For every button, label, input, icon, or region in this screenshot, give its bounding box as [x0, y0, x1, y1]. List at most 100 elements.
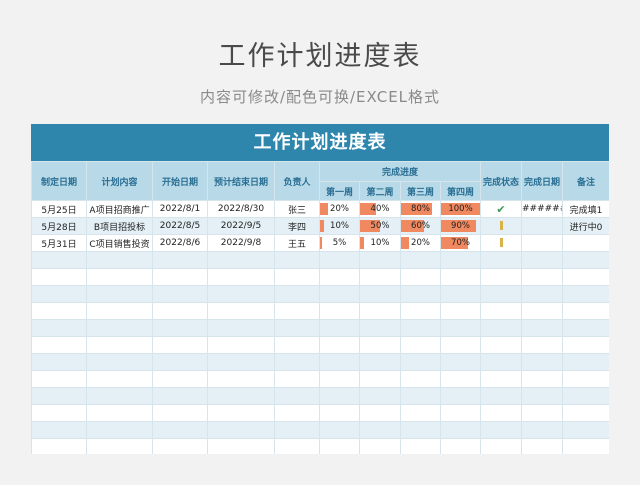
empty-cell[interactable] — [562, 251, 609, 269]
empty-cell[interactable] — [521, 421, 564, 439]
empty-cell[interactable] — [521, 353, 564, 371]
cell-week2[interactable]: 40% — [359, 200, 401, 218]
cell-content[interactable]: B项目招投标 — [86, 217, 153, 235]
empty-cell[interactable] — [207, 285, 275, 303]
empty-cell[interactable] — [152, 302, 208, 320]
cell-content[interactable]: C项目销售投资 — [86, 234, 153, 252]
empty-cell[interactable] — [439, 404, 482, 422]
cell-week4[interactable]: 100% — [439, 200, 482, 218]
cell-date-set[interactable]: 5月28日 — [31, 217, 87, 235]
empty-cell[interactable] — [521, 285, 564, 303]
empty-cell[interactable] — [152, 268, 208, 286]
header-date-set[interactable]: 制定日期 — [31, 161, 87, 201]
empty-cell[interactable] — [400, 319, 441, 337]
empty-cell[interactable] — [521, 404, 564, 422]
empty-cell[interactable] — [207, 353, 275, 371]
empty-cell[interactable] — [274, 302, 320, 320]
empty-cell[interactable] — [319, 421, 360, 439]
empty-cell[interactable] — [562, 438, 609, 454]
empty-cell[interactable] — [359, 302, 401, 320]
empty-cell[interactable] — [31, 268, 87, 286]
header-progress[interactable]: 完成进度 — [318, 161, 482, 182]
header-week1[interactable]: 第一周 — [319, 181, 360, 201]
empty-cell[interactable] — [207, 438, 275, 454]
empty-cell[interactable] — [439, 353, 482, 371]
empty-cell[interactable] — [319, 387, 360, 405]
cell-done-date[interactable]: ####### — [521, 200, 564, 218]
empty-cell[interactable] — [274, 404, 320, 422]
empty-cell[interactable] — [359, 421, 401, 439]
cell-week3[interactable]: 60% — [400, 217, 441, 235]
empty-cell[interactable] — [86, 438, 153, 454]
cell-planned-end[interactable]: 2022/9/8 — [207, 234, 275, 252]
empty-cell[interactable] — [400, 353, 441, 371]
empty-cell[interactable] — [480, 336, 523, 354]
empty-cell[interactable] — [480, 285, 523, 303]
empty-cell[interactable] — [152, 336, 208, 354]
empty-cell[interactable] — [439, 268, 482, 286]
cell-owner[interactable]: 李四 — [274, 217, 320, 235]
cell-week3[interactable]: 80% — [400, 200, 441, 218]
empty-cell[interactable] — [480, 387, 523, 405]
cell-week1[interactable]: 10% — [319, 217, 360, 235]
empty-cell[interactable] — [319, 404, 360, 422]
header-week2[interactable]: 第二周 — [359, 181, 401, 201]
empty-cell[interactable] — [31, 251, 87, 269]
empty-cell[interactable] — [31, 353, 87, 371]
cell-date-set[interactable]: 5月25日 — [31, 200, 87, 218]
empty-cell[interactable] — [274, 421, 320, 439]
empty-cell[interactable] — [480, 319, 523, 337]
empty-cell[interactable] — [274, 353, 320, 371]
empty-cell[interactable] — [439, 336, 482, 354]
cell-week1[interactable]: 20% — [319, 200, 360, 218]
empty-cell[interactable] — [86, 336, 153, 354]
empty-cell[interactable] — [400, 387, 441, 405]
empty-cell[interactable] — [274, 319, 320, 337]
empty-cell[interactable] — [439, 285, 482, 303]
cell-date-set[interactable]: 5月31日 — [31, 234, 87, 252]
empty-cell[interactable] — [400, 302, 441, 320]
empty-cell[interactable] — [480, 370, 523, 388]
empty-cell[interactable] — [152, 387, 208, 405]
empty-cell[interactable] — [480, 421, 523, 439]
header-start[interactable]: 开始日期 — [152, 161, 208, 201]
cell-status[interactable]: ✔ — [480, 200, 523, 218]
empty-cell[interactable] — [31, 319, 87, 337]
cell-done-date[interactable] — [521, 234, 564, 252]
empty-cell[interactable] — [86, 387, 153, 405]
empty-cell[interactable] — [480, 251, 523, 269]
empty-cell[interactable] — [319, 353, 360, 371]
empty-cell[interactable] — [274, 268, 320, 286]
empty-cell[interactable] — [274, 438, 320, 454]
header-week3[interactable]: 第三周 — [400, 181, 441, 201]
header-owner[interactable]: 负责人 — [274, 161, 320, 201]
cell-content[interactable]: A项目招商推广 — [86, 200, 153, 218]
empty-cell[interactable] — [480, 438, 523, 454]
empty-cell[interactable] — [521, 336, 564, 354]
empty-cell[interactable] — [521, 370, 564, 388]
empty-cell[interactable] — [359, 387, 401, 405]
empty-cell[interactable] — [207, 370, 275, 388]
empty-cell[interactable] — [439, 438, 482, 454]
empty-cell[interactable] — [319, 285, 360, 303]
empty-cell[interactable] — [521, 438, 564, 454]
empty-cell[interactable] — [400, 336, 441, 354]
empty-cell[interactable] — [319, 370, 360, 388]
empty-cell[interactable] — [152, 421, 208, 439]
empty-cell[interactable] — [562, 370, 609, 388]
cell-planned-end[interactable]: 2022/9/5 — [207, 217, 275, 235]
empty-cell[interactable] — [319, 336, 360, 354]
empty-cell[interactable] — [521, 268, 564, 286]
empty-cell[interactable] — [86, 268, 153, 286]
empty-cell[interactable] — [439, 302, 482, 320]
empty-cell[interactable] — [319, 302, 360, 320]
empty-cell[interactable] — [86, 353, 153, 371]
empty-cell[interactable] — [439, 251, 482, 269]
empty-cell[interactable] — [400, 421, 441, 439]
empty-cell[interactable] — [152, 251, 208, 269]
empty-cell[interactable] — [152, 353, 208, 371]
cell-week4[interactable]: 70% — [439, 234, 482, 252]
empty-cell[interactable] — [207, 268, 275, 286]
empty-cell[interactable] — [480, 268, 523, 286]
empty-cell[interactable] — [31, 404, 87, 422]
